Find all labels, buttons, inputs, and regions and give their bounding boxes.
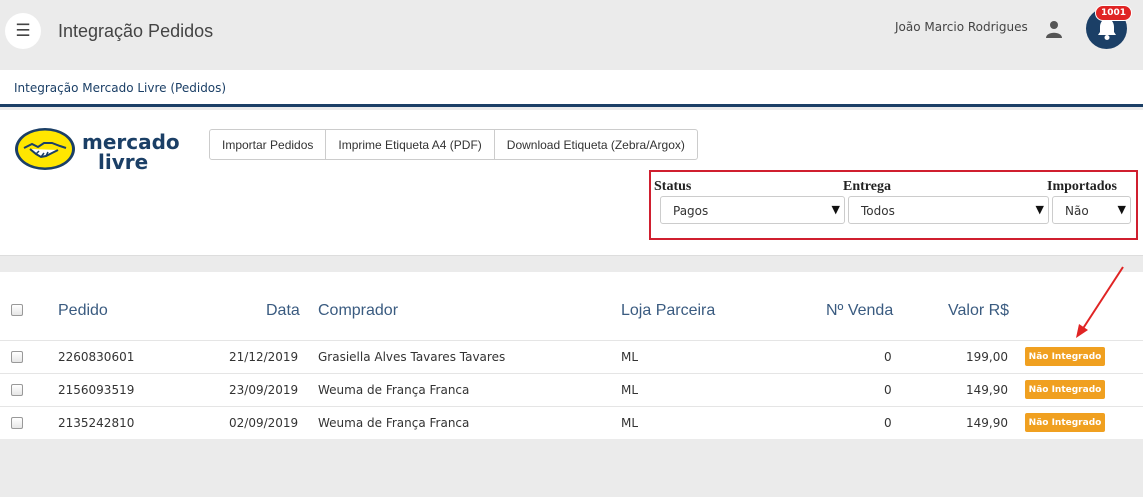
order-value: 149,90	[966, 383, 1008, 397]
table-row[interactable]: 2156093519 23/09/2019 Weuma de França Fr…	[0, 373, 1143, 406]
sale-number: 0	[884, 350, 892, 364]
status-select[interactable]: Pagos ▼	[660, 196, 845, 224]
status-badge: Não Integrado	[1025, 413, 1105, 432]
buyer-name: Grasiella Alves Tavares Tavares	[318, 350, 506, 364]
importados-filter-label: Importados	[1047, 179, 1118, 194]
entrega-select-value: Todos	[861, 204, 895, 218]
select-all-checkbox[interactable]	[11, 304, 23, 316]
entrega-filter-label: Entrega	[843, 179, 891, 194]
hamburger-menu-button[interactable]: ☰	[5, 13, 41, 49]
table-row[interactable]: 2135242810 02/09/2019 Weuma de França Fr…	[0, 406, 1143, 439]
importados-select-value: Não	[1065, 204, 1089, 218]
download-label-button[interactable]: Download Etiqueta (Zebra/Argox)	[493, 129, 698, 160]
import-orders-button[interactable]: Importar Pedidos	[209, 129, 327, 160]
breadcrumb-bar: Integração Mercado Livre (Pedidos)	[0, 70, 1143, 107]
order-date: 21/12/2019	[229, 350, 299, 364]
filters-box: Status Entrega Importados Pagos ▼ Todos …	[649, 170, 1138, 240]
user-name[interactable]: João Marcio Rodrigues	[895, 20, 1028, 34]
mercado-livre-logo: mercado livre	[15, 128, 180, 174]
status-filter-label: Status	[654, 179, 692, 194]
table-row[interactable]: 2260830601 21/12/2019 Grasiella Alves Ta…	[0, 340, 1143, 373]
status-badge: Não Integrado	[1025, 347, 1105, 366]
order-id: 2156093519	[58, 383, 135, 397]
buyer-name: Weuma de França Franca	[318, 383, 470, 397]
column-header-loja-parceira[interactable]: Loja Parceira	[621, 302, 715, 320]
menu-icon: ☰	[15, 21, 31, 41]
row-checkbox[interactable]	[11, 351, 23, 363]
sale-number: 0	[884, 383, 892, 397]
column-header-numero-venda[interactable]: Nº Venda	[826, 302, 893, 320]
notification-badge: 1001	[1095, 5, 1133, 21]
order-date: 02/09/2019	[229, 416, 299, 430]
column-header-data[interactable]: Data	[266, 302, 300, 320]
action-button-group: Importar Pedidos Imprime Etiqueta A4 (PD…	[209, 129, 698, 160]
breadcrumb[interactable]: Integração Mercado Livre (Pedidos)	[14, 81, 226, 95]
user-icon[interactable]	[1045, 20, 1063, 38]
order-id: 2260830601	[58, 350, 135, 364]
order-date: 23/09/2019	[229, 383, 299, 397]
column-header-valor[interactable]: Valor R$	[948, 302, 1009, 320]
order-id: 2135242810	[58, 416, 135, 430]
buyer-name: Weuma de França Franca	[318, 416, 470, 430]
dropdown-arrow-icon: ▼	[1035, 203, 1044, 216]
orders-table: Pedido Data Comprador Loja Parceira Nº V…	[0, 272, 1143, 439]
dropdown-arrow-icon: ▼	[1117, 203, 1126, 216]
importados-select[interactable]: Não ▼	[1052, 196, 1131, 224]
column-header-comprador[interactable]: Comprador	[318, 302, 398, 320]
status-select-value: Pagos	[673, 204, 709, 218]
sale-number: 0	[884, 416, 892, 430]
page-title: Integração Pedidos	[58, 21, 214, 41]
status-badge: Não Integrado	[1025, 380, 1105, 399]
entrega-select[interactable]: Todos ▼	[848, 196, 1049, 224]
svg-text:livre: livre	[98, 150, 148, 174]
partner-store: ML	[621, 416, 639, 430]
annotation-arrow-icon	[1076, 266, 1124, 338]
order-value: 199,00	[966, 350, 1008, 364]
partner-store: ML	[621, 350, 639, 364]
partner-store: ML	[621, 383, 639, 397]
row-checkbox[interactable]	[11, 417, 23, 429]
order-value: 149,90	[966, 416, 1008, 430]
integration-panel: mercado livre Importar Pedidos Imprime E…	[0, 110, 1143, 256]
top-bar: ☰ Integração Pedidos João Marcio Rodrigu…	[0, 0, 1143, 68]
dropdown-arrow-icon: ▼	[831, 203, 840, 216]
column-header-pedido[interactable]: Pedido	[58, 302, 108, 320]
row-checkbox[interactable]	[11, 384, 23, 396]
print-label-a4-button[interactable]: Imprime Etiqueta A4 (PDF)	[325, 129, 495, 160]
